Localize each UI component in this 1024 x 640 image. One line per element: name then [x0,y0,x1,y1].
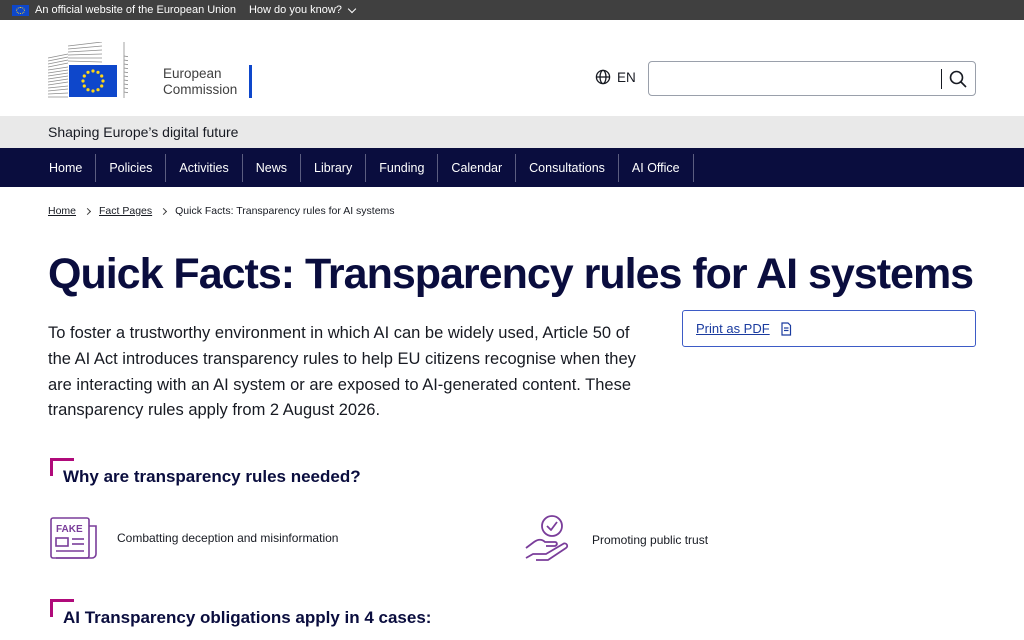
nav-item-home[interactable]: Home [36,153,97,182]
search-divider [941,69,942,89]
section-accent-vertical [50,599,53,617]
chevron-right-icon [83,207,92,215]
eu-flag-icon [12,4,29,16]
chevron-down-icon [347,4,357,13]
section-accent-vertical [50,458,53,476]
nav-item-ai-office[interactable]: AI Office [619,153,694,182]
site-header: European Commission EN [0,20,1024,116]
chevron-right-icon [160,207,168,215]
eu-flag-logo-icon [69,65,117,97]
reason-label: Combatting deception and misinformation [117,531,339,545]
nav-item-library[interactable]: Library [301,153,367,182]
svg-text:FAKE: FAKE [56,524,83,535]
print-as-pdf-label: Print as PDF [696,321,770,336]
intro-paragraph: To foster a trustworthy environment in w… [48,324,636,420]
reason-label: Promoting public trust [592,533,709,547]
print-as-pdf-button[interactable]: Print as PDF [682,310,976,347]
section-title-obligations: AI Transparency obligations apply in 4 c… [50,599,431,628]
reason-promoting-trust: Promoting public trust [523,514,708,566]
logo-line-1: European [163,66,222,81]
trust-hand-icon [525,515,569,561]
breadcrumb-current: Quick Facts: Transparency rules for AI s… [175,205,395,217]
fake-news-icon: FAKE [50,517,97,559]
language-code: EN [617,69,636,85]
reason-combatting-deception: FAKE Combatting deception and misinforma… [48,516,338,560]
site-name-bar: Shaping Europe’s digital future [0,116,1024,148]
eu-official-bar: An official website of the European Unio… [0,0,1024,20]
logo-text: European Commission [163,66,237,98]
section-accent [50,458,74,461]
breadcrumb-fact-pages[interactable]: Fact Pages [99,205,152,217]
nav-item-calendar[interactable]: Calendar [438,153,517,182]
main-navigation: Home Policies Activities News Library Fu… [0,148,1024,187]
breadcrumb: Home Fact Pages Quick Facts: Transparenc… [48,205,395,217]
section-title-why: Why are transparency rules needed? [50,458,361,487]
section-title-text: AI Transparency obligations apply in 4 c… [63,608,432,627]
page-title: Quick Facts: Transparency rules for AI s… [48,250,974,298]
nav-item-activities[interactable]: Activities [166,153,243,182]
search-box [648,61,976,96]
search-button[interactable] [947,68,969,90]
official-website-text: An official website of the European Unio… [35,4,236,16]
search-icon [949,70,967,88]
nav-item-news[interactable]: News [243,153,302,182]
logo-divider [249,65,252,98]
nav-item-policies[interactable]: Policies [96,153,167,182]
globe-icon [595,69,611,85]
section-accent [50,599,74,602]
pdf-file-icon [781,321,791,336]
logo-line-2: Commission [163,82,238,97]
section-title-text: Why are transparency rules needed? [63,467,361,486]
european-commission-logo[interactable]: European Commission [48,42,258,98]
search-input[interactable] [657,68,937,90]
breadcrumb-home[interactable]: Home [48,205,76,217]
how-do-you-know-toggle[interactable]: How do you know? [248,4,357,16]
nav-item-consultations[interactable]: Consultations [516,153,619,182]
nav-item-funding[interactable]: Funding [366,153,439,182]
site-name[interactable]: Shaping Europe’s digital future [48,124,238,140]
how-do-you-know-label: How do you know? [248,4,342,16]
language-selector[interactable]: EN [595,69,636,85]
